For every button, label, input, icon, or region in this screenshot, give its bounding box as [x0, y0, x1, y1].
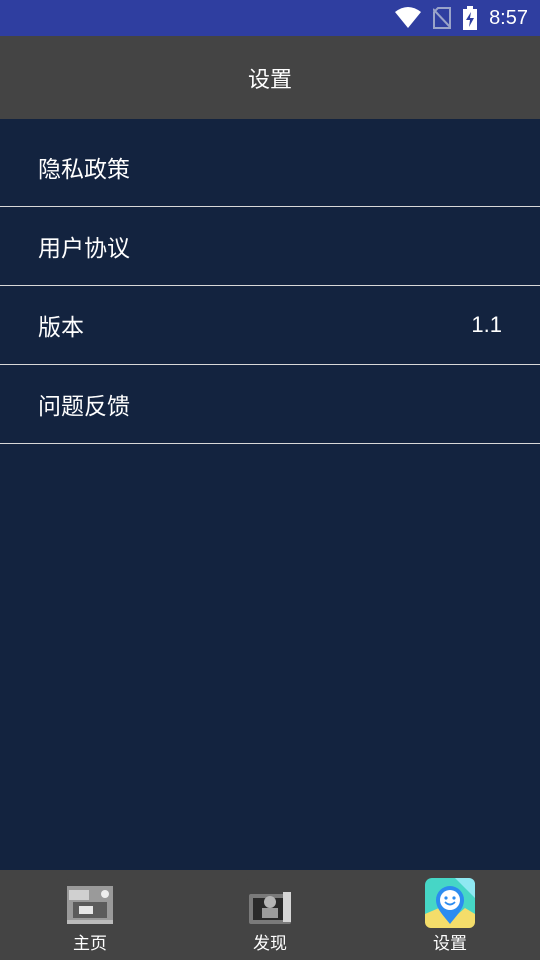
menu-item-feedback[interactable]: 问题反馈: [0, 365, 540, 444]
nav-label: 主页: [73, 934, 107, 954]
battery-charging-icon: [463, 6, 478, 30]
wifi-icon: [395, 7, 422, 29]
location-pin-icon: [425, 878, 475, 928]
home-photo-icon: [65, 878, 115, 928]
menu-item-version[interactable]: 版本 1.1: [0, 286, 540, 365]
menu-item-privacy-policy[interactable]: 隐私政策: [0, 127, 540, 207]
status-time: 8:57: [489, 6, 528, 29]
bottom-nav: 主页 发现 设置: [0, 870, 540, 960]
status-bar: 8:57: [0, 0, 540, 36]
app-bar: 设置: [0, 36, 540, 119]
menu-item-user-agreement[interactable]: 用户协议: [0, 207, 540, 286]
no-sim-icon: [433, 7, 452, 29]
menu-item-label: 版本: [38, 315, 84, 341]
nav-item-settings[interactable]: 设置: [360, 870, 540, 960]
page-title: 设置: [247, 67, 292, 93]
settings-menu: 隐私政策 用户协议 版本 1.1 问题反馈: [0, 127, 540, 444]
nav-label: 设置: [433, 934, 467, 954]
nav-label: 发现: [253, 934, 287, 954]
menu-item-label: 问题反馈: [38, 394, 130, 420]
menu-item-label: 用户协议: [38, 236, 130, 262]
menu-item-label: 隐私政策: [38, 156, 130, 183]
nav-item-home[interactable]: 主页: [0, 870, 180, 960]
version-value: 1.1: [471, 312, 502, 337]
discover-photo-icon: [245, 878, 295, 928]
nav-item-discover[interactable]: 发现: [180, 870, 360, 960]
